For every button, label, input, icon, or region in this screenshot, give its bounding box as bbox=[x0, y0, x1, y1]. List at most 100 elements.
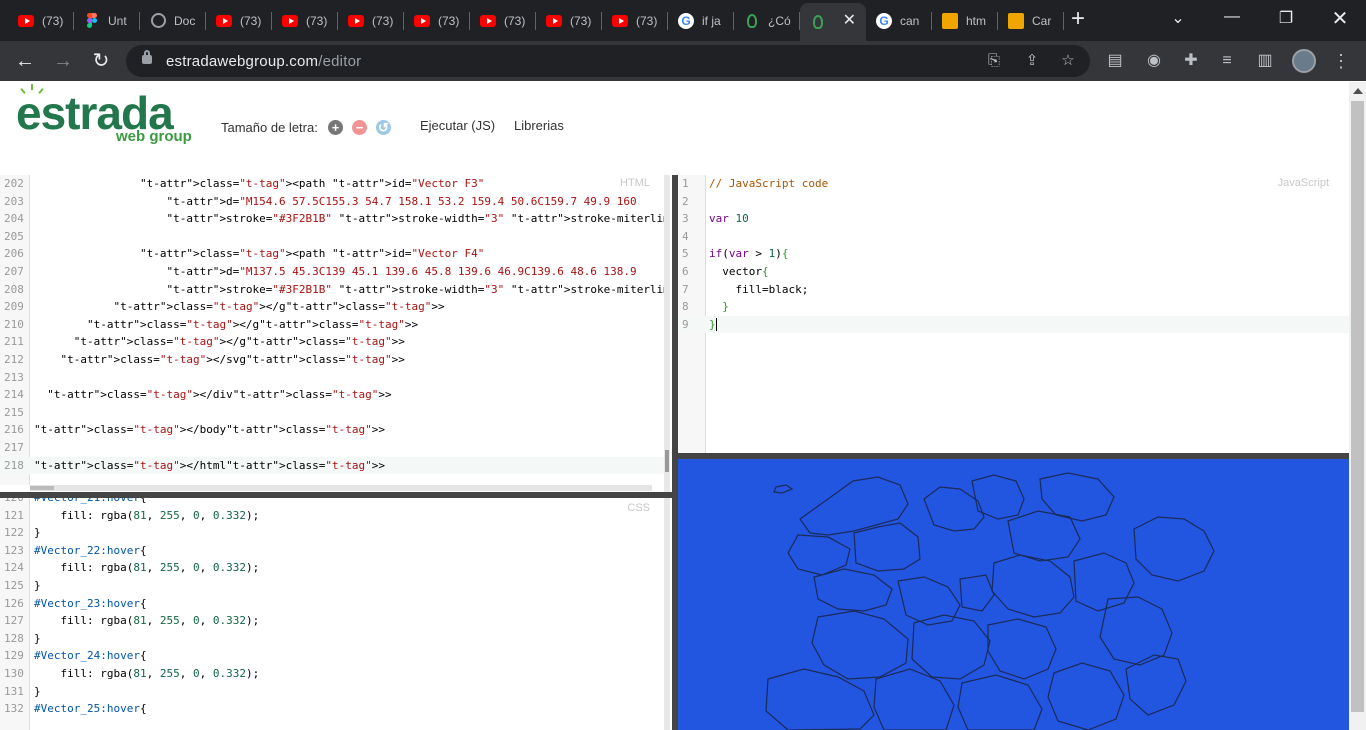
browser-tab[interactable]: Unt bbox=[74, 3, 140, 38]
code-text: "t-attr">class="t-tag"></body"t-attr">cl… bbox=[34, 423, 386, 437]
font-decrease-button[interactable]: − bbox=[352, 120, 367, 135]
close-tab-icon[interactable]: ✕ bbox=[843, 13, 856, 29]
code-line[interactable]: 207 "t-attr">d="M137.5 45.3C139 45.1 139… bbox=[0, 263, 664, 281]
code-line[interactable]: 214 "t-attr">class="t-tag"></div"t-attr"… bbox=[0, 386, 664, 404]
url-text: estradawebgroup.com/editor bbox=[166, 53, 361, 70]
browser-tab[interactable]: (73) bbox=[8, 3, 74, 38]
browser-tab[interactable]: (73) bbox=[470, 3, 536, 38]
new-tab-button[interactable]: + bbox=[1066, 7, 1090, 32]
code-line[interactable]: 122} bbox=[0, 524, 664, 542]
map-region bbox=[911, 614, 991, 680]
code-line[interactable]: 2 bbox=[678, 193, 1349, 211]
code-line[interactable]: 213 bbox=[0, 369, 664, 387]
font-reset-button[interactable]: ↺ bbox=[376, 120, 391, 135]
code-line[interactable]: 126 #Vector_23:hover{ bbox=[0, 595, 664, 613]
libraries-link[interactable]: Librerias bbox=[514, 118, 564, 133]
bookmark-star-icon[interactable]: ☆ bbox=[1058, 51, 1078, 71]
code-line[interactable]: 3 var 10 bbox=[678, 210, 1349, 228]
html-horizontal-scrollbar[interactable] bbox=[30, 485, 652, 491]
browser-tab[interactable]: ✕ bbox=[800, 3, 866, 41]
tab-search-chevron-icon[interactable]: ⌄ bbox=[1166, 8, 1190, 28]
lock-icon[interactable] bbox=[142, 50, 152, 64]
code-line[interactable]: 216 "t-attr">class="t-tag"></body"t-attr"… bbox=[0, 421, 664, 439]
code-line[interactable]: 217 bbox=[0, 439, 664, 457]
page-vertical-scrollbar[interactable] bbox=[1349, 82, 1366, 730]
code-line[interactable]: 1 // JavaScript code bbox=[678, 175, 1349, 193]
html-vertical-scrollbar[interactable] bbox=[664, 175, 670, 492]
back-button[interactable]: ← bbox=[13, 49, 37, 73]
css-editor[interactable]: 120#Vector_21:hover{121 fill: rgba(81, 2… bbox=[0, 498, 664, 730]
code-line[interactable]: 9} bbox=[678, 315, 1349, 334]
code-line[interactable]: 215 bbox=[0, 404, 664, 422]
code-line[interactable]: 129 #Vector_24:hover{ bbox=[0, 647, 664, 665]
translate-icon[interactable]: ⎘ bbox=[984, 51, 1004, 71]
restore-button[interactable]: ❐ bbox=[1274, 8, 1298, 28]
code-line[interactable]: 204 "t-attr">stroke="#3F2B1B" "t-attr">s… bbox=[0, 210, 664, 228]
profile-avatar[interactable] bbox=[1292, 49, 1316, 73]
code-line[interactable]: 206 "t-attr">class="t-tag"><path "t-attr… bbox=[0, 245, 664, 263]
reload-button[interactable]: ↻ bbox=[89, 49, 113, 73]
result-preview[interactable] bbox=[678, 459, 1349, 730]
menu-kebab-icon[interactable]: ⋮ bbox=[1330, 50, 1352, 72]
code-line[interactable]: 212 "t-attr">class="t-tag"></svg"t-attr"… bbox=[0, 351, 664, 369]
code-line[interactable]: 124 fill: rgba(81, 255, 0, 0.332); bbox=[0, 559, 664, 577]
code-line[interactable]: 7 fill=black; bbox=[678, 281, 1349, 299]
extension-circle-icon[interactable]: ◉ bbox=[1143, 50, 1165, 72]
code-line[interactable]: 128} bbox=[0, 630, 664, 648]
share-icon[interactable]: ⇪ bbox=[1022, 51, 1042, 71]
browser-tab[interactable]: (73) bbox=[602, 3, 668, 38]
browser-tab[interactable]: Gif ja bbox=[668, 3, 734, 38]
browser-tab[interactable]: (73) bbox=[338, 3, 404, 38]
side-panel-icon[interactable]: ▥ bbox=[1254, 50, 1276, 72]
code-line[interactable]: 132 #Vector_25:hover{ bbox=[0, 700, 664, 718]
forward-button[interactable]: → bbox=[51, 49, 75, 73]
extension-printer-icon[interactable]: ▤ bbox=[1104, 50, 1126, 72]
code-line[interactable]: 131} bbox=[0, 683, 664, 701]
browser-tab[interactable]: (73) bbox=[272, 3, 338, 38]
browser-tab[interactable]: htm bbox=[932, 3, 998, 38]
code-text: #Vector_22:hover{ bbox=[34, 543, 147, 557]
code-line[interactable]: 210 "t-attr">class="t-tag"></g"t-attr">c… bbox=[0, 316, 664, 334]
browser-tab[interactable]: (73) bbox=[206, 3, 272, 38]
code-line[interactable]: 211 "t-attr">class="t-tag"></g"t-attr">c… bbox=[0, 333, 664, 351]
minimize-button[interactable]: — bbox=[1220, 8, 1244, 26]
code-line[interactable]: 127 fill: rgba(81, 255, 0, 0.332); bbox=[0, 612, 664, 630]
code-line[interactable]: 6 vector{ bbox=[678, 263, 1349, 281]
code-line[interactable]: 4 bbox=[678, 228, 1349, 246]
scroll-thumb[interactable] bbox=[665, 450, 669, 472]
browser-tab[interactable]: Gcan bbox=[866, 3, 932, 38]
scroll-thumb[interactable] bbox=[1351, 101, 1364, 712]
run-js-link[interactable]: Ejecutar (JS) bbox=[420, 118, 495, 133]
code-line[interactable]: 130 fill: rgba(81, 255, 0, 0.332); bbox=[0, 665, 664, 683]
code-line[interactable]: 123 #Vector_22:hover{ bbox=[0, 542, 664, 560]
code-line[interactable]: 8 } bbox=[678, 298, 1349, 316]
code-line[interactable]: 218 "t-attr">class="t-tag"></html"t-attr"… bbox=[0, 456, 664, 475]
code-line[interactable]: 121 fill: rgba(81, 255, 0, 0.332); bbox=[0, 507, 664, 525]
address-bar[interactable]: estradawebgroup.com/editor ⎘ ⇪ ☆ bbox=[126, 45, 1090, 77]
code-line[interactable]: 205 bbox=[0, 228, 664, 246]
code-line[interactable]: 203 "t-attr">d="M154.6 57.5C155.3 54.7 1… bbox=[0, 193, 664, 211]
browser-tab[interactable]: Doc bbox=[140, 3, 206, 38]
code-line[interactable]: 120 #Vector_21:hover{ bbox=[0, 498, 664, 507]
browser-tab[interactable]: Car bbox=[998, 3, 1064, 38]
extensions-puzzle-icon[interactable]: ✚ bbox=[1180, 50, 1202, 72]
html-editor[interactable]: 202 "t-attr">class="t-tag"><path "t-attr… bbox=[0, 175, 664, 485]
code-line[interactable]: 5 if(var > 1){ bbox=[678, 245, 1349, 263]
browser-tab[interactable]: (73) bbox=[404, 3, 470, 38]
url-host: estradawebgroup.com bbox=[166, 53, 319, 70]
code-line[interactable]: 208 "t-attr">stroke="#3F2B1B" "t-attr">s… bbox=[0, 281, 664, 299]
scroll-thumb[interactable] bbox=[30, 486, 54, 490]
js-editor[interactable]: 1 // JavaScript code 2 3 var 10 4 5 if(var > 1)… bbox=[678, 175, 1349, 453]
estrada-logo[interactable]: estrada web group bbox=[12, 84, 202, 154]
close-window-button[interactable]: ✕ bbox=[1328, 6, 1352, 31]
browser-tab[interactable]: ¿Có bbox=[734, 3, 800, 38]
media-controls-icon[interactable]: ≡ bbox=[1216, 50, 1238, 72]
browser-tab[interactable]: (73) bbox=[536, 3, 602, 38]
font-increase-button[interactable]: + bbox=[328, 120, 343, 135]
code-line[interactable]: 202 "t-attr">class="t-tag"><path "t-attr… bbox=[0, 175, 664, 193]
code-line[interactable]: 125} bbox=[0, 577, 664, 595]
map-region bbox=[957, 674, 1043, 730]
code-line[interactable]: 209 "t-attr">class="t-tag"></g"t-attr">c… bbox=[0, 298, 664, 316]
scroll-up-arrow-icon[interactable] bbox=[1353, 88, 1363, 94]
css-vertical-scrollbar[interactable] bbox=[664, 498, 670, 730]
